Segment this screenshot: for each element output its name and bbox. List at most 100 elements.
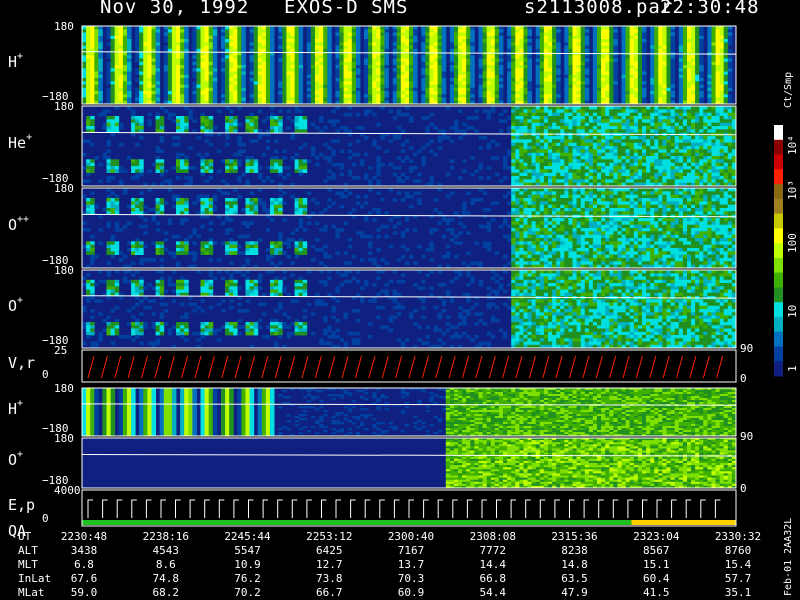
heatmap-cell: [86, 169, 91, 173]
heatmap-cell: [155, 52, 161, 56]
heatmap-cell: [682, 65, 688, 69]
heatmap-cell: [601, 97, 606, 102]
heatmap-cell: [539, 136, 545, 140]
heatmap-cell: [507, 152, 512, 157]
heatmap-cell: [707, 29, 712, 33]
heatmap-cell: [625, 126, 631, 130]
heatmap-cell: [633, 29, 639, 33]
heatmap-cell: [527, 97, 532, 102]
heatmap-cell: [601, 129, 606, 133]
heatmap-cell: [711, 87, 716, 92]
heatmap-cell: [699, 48, 704, 53]
heatmap-cell: [523, 122, 528, 127]
heatmap-cell: [237, 71, 242, 76]
heatmap-cell: [167, 45, 173, 50]
heatmap-cell: [727, 87, 733, 92]
heatmap-cell: [662, 126, 667, 130]
heatmap-cell: [176, 81, 181, 85]
heatmap-cell: [691, 81, 696, 85]
heatmap-cell: [580, 78, 586, 82]
heatmap-cell: [674, 126, 680, 130]
heatmap-cell: [110, 42, 116, 46]
heatmap-cell: [392, 172, 398, 177]
heatmap-cell: [507, 71, 512, 76]
heatmap-cell: [392, 48, 398, 53]
heatmap-cell: [437, 58, 443, 63]
heatmap-cell: [650, 126, 655, 130]
heatmap-cell: [727, 65, 733, 69]
heatmap-cell: [568, 176, 573, 180]
heatmap-cell: [241, 81, 246, 85]
heatmap-cell: [261, 45, 267, 50]
heatmap-cell: [629, 35, 635, 40]
heatmap-cell: [265, 84, 271, 89]
heatmap-cell: [482, 39, 488, 43]
heatmap-cell: [642, 32, 647, 37]
heatmap-cell: [106, 81, 111, 85]
heatmap-cell: [727, 97, 733, 102]
heatmap-cell: [498, 58, 504, 63]
heatmap-cell: [298, 58, 304, 63]
heatmap-cell: [699, 81, 704, 85]
heatmap-cell: [294, 45, 300, 50]
heatmap-cell: [433, 78, 438, 82]
heatmap-cell: [200, 97, 205, 102]
heatmap-cell: [548, 26, 553, 30]
heatmap-cell: [560, 112, 565, 117]
heatmap-cell: [167, 84, 173, 89]
heatmap-cell: [523, 61, 528, 66]
heatmap-cell: [597, 29, 602, 33]
heatmap-cell: [597, 162, 602, 167]
heatmap-cell: [601, 81, 606, 85]
heatmap-cell: [98, 71, 103, 76]
heatmap-cell: [396, 176, 402, 180]
heatmap-cell: [637, 58, 643, 63]
heatmap-cell: [531, 169, 537, 173]
heatmap-cell: [155, 78, 161, 82]
heatmap-cell: [372, 112, 377, 117]
heatmap-cell: [122, 45, 128, 50]
heatmap-cell: [151, 29, 156, 33]
heatmap-cell: [519, 68, 524, 72]
heatmap-cell: [171, 119, 177, 123]
heatmap-cell: [625, 61, 631, 66]
heatmap-cell: [642, 176, 647, 180]
heatmap-cell: [421, 65, 426, 69]
heatmap-cell: [233, 32, 238, 37]
heatmap-cell: [548, 116, 553, 120]
heatmap-cell: [368, 55, 373, 59]
heatmap-cell: [552, 162, 557, 167]
heatmap-cell: [539, 78, 545, 82]
heatmap-cell: [253, 74, 259, 79]
heatmap-cell: [265, 78, 271, 82]
heatmap-cell: [543, 106, 549, 110]
heatmap-cell: [278, 71, 283, 76]
heatmap-cell: [564, 129, 569, 133]
heatmap-cell: [425, 32, 430, 37]
heatmap-cell: [613, 71, 618, 76]
heatmap-cell: [171, 74, 177, 79]
heatmap-cell: [176, 39, 181, 43]
heatmap-cell: [678, 29, 684, 33]
heatmap-cell: [543, 65, 549, 69]
heatmap-cell: [642, 146, 647, 150]
heatmap-cell: [265, 146, 271, 150]
heatmap-cell: [147, 71, 152, 76]
heatmap-cell: [131, 116, 136, 120]
heatmap-cell: [98, 91, 103, 95]
heatmap-cell: [523, 172, 528, 177]
heatmap-cell: [110, 132, 116, 137]
heatmap-cell: [601, 29, 606, 33]
heatmap-cell: [437, 74, 443, 79]
heatmap-cell: [568, 109, 573, 113]
heatmap-cell: [282, 97, 287, 102]
heatmap-cell: [425, 55, 430, 59]
heatmap-cell: [478, 58, 483, 63]
heatmap-cell: [364, 55, 369, 59]
heatmap-cell: [642, 136, 647, 140]
heatmap-cell: [315, 55, 320, 59]
heatmap-cell: [294, 29, 300, 33]
heatmap-cell: [372, 94, 377, 98]
heatmap-cell: [278, 68, 283, 72]
heatmap-cell: [409, 58, 414, 63]
